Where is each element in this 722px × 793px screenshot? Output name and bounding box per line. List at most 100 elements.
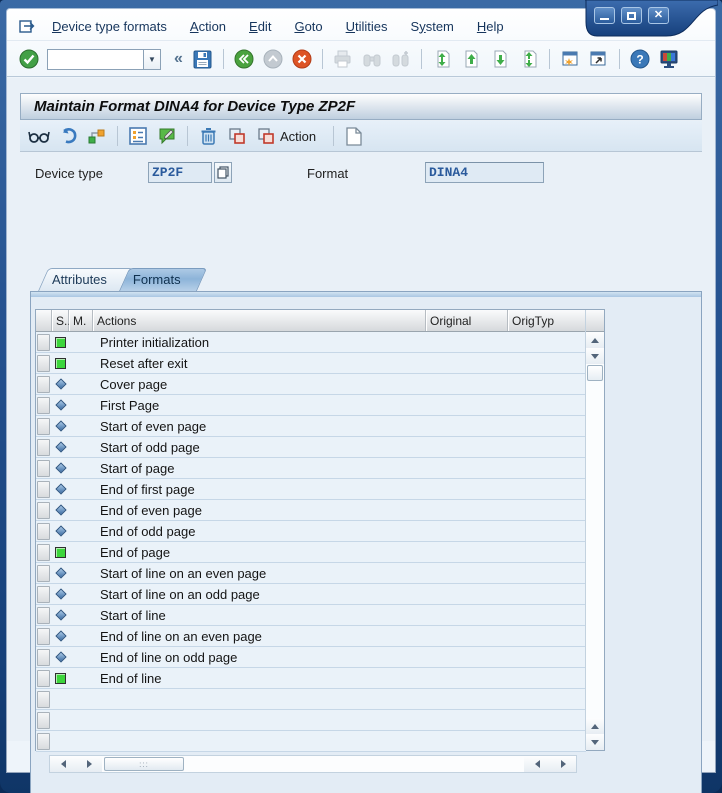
action-button-label[interactable]: Action: [280, 129, 316, 144]
new-session-button[interactable]: [557, 46, 583, 72]
row-selector[interactable]: [37, 502, 50, 519]
print-button[interactable]: [330, 46, 356, 72]
action-name-cell[interactable]: End of even page: [93, 500, 426, 520]
action-name-cell[interactable]: End of line on an even page: [93, 626, 426, 646]
action-name-cell[interactable]: Start of even page: [93, 416, 426, 436]
menu-device-type-formats[interactable]: Device type formats: [52, 19, 167, 34]
row-selector[interactable]: [37, 523, 50, 540]
table-row[interactable]: [36, 710, 586, 731]
header-mark[interactable]: M.: [69, 310, 93, 331]
action-name-cell[interactable]: Reset after exit: [93, 353, 426, 373]
header-origtyp[interactable]: OrigTyp: [508, 310, 586, 331]
cancel-button[interactable]: [289, 46, 315, 72]
row-selector[interactable]: [37, 355, 50, 372]
action-name-cell[interactable]: End of line on odd page: [93, 647, 426, 667]
delete-button[interactable]: [195, 123, 221, 149]
table-row[interactable]: End of first page: [36, 479, 586, 500]
device-type-copy-button[interactable]: [214, 162, 232, 183]
action-name-cell[interactable]: Start of odd page: [93, 437, 426, 457]
row-selector[interactable]: [37, 397, 50, 414]
menu-utilities[interactable]: Utilities: [346, 19, 388, 34]
find-button[interactable]: [359, 46, 385, 72]
table-row[interactable]: Start of line on an odd page: [36, 584, 586, 605]
table-row[interactable]: Start of odd page: [36, 437, 586, 458]
scroll-up-button[interactable]: [586, 332, 604, 348]
first-page-button[interactable]: [429, 46, 455, 72]
copy-action-button[interactable]: [253, 123, 279, 149]
help-button[interactable]: ?: [627, 46, 653, 72]
next-page-button[interactable]: [487, 46, 513, 72]
row-selector[interactable]: [37, 586, 50, 603]
action-name-cell[interactable]: Start of page: [93, 458, 426, 478]
row-selector[interactable]: [37, 670, 50, 687]
display-change-button[interactable]: [26, 123, 52, 149]
header-selector[interactable]: [36, 310, 52, 331]
command-field[interactable]: [47, 49, 143, 70]
table-row[interactable]: End of line on odd page: [36, 647, 586, 668]
other-format-button[interactable]: [84, 123, 110, 149]
table-row[interactable]: First Page: [36, 395, 586, 416]
table-row[interactable]: Start of page: [36, 458, 586, 479]
copy-format-button[interactable]: [224, 123, 250, 149]
save-button[interactable]: [190, 46, 216, 72]
menu-exit-button[interactable]: [16, 16, 38, 36]
menu-system[interactable]: System: [411, 19, 454, 34]
vertical-scrollbar[interactable]: [585, 310, 604, 750]
row-selector[interactable]: [37, 691, 50, 708]
table-row[interactable]: End of odd page: [36, 521, 586, 542]
previous-page-button[interactable]: [458, 46, 484, 72]
table-row[interactable]: Start of line: [36, 605, 586, 626]
row-selector[interactable]: [37, 733, 50, 750]
action-name-cell[interactable]: Cover page: [93, 374, 426, 394]
table-row[interactable]: End of even page: [36, 500, 586, 521]
table-row[interactable]: Printer initialization: [36, 332, 586, 353]
horizontal-scrollbar[interactable]: :::: [49, 755, 577, 773]
action-name-cell[interactable]: End of page: [93, 542, 426, 562]
exit-button[interactable]: [260, 46, 286, 72]
customize-layout-button[interactable]: [656, 46, 682, 72]
maximize-button[interactable]: [621, 7, 642, 24]
notes-button[interactable]: [154, 123, 180, 149]
row-selector[interactable]: [37, 334, 50, 351]
row-selector[interactable]: [37, 376, 50, 393]
format-field[interactable]: [425, 162, 544, 183]
action-name-cell[interactable]: Printer initialization: [93, 332, 426, 352]
create-shortcut-button[interactable]: [586, 46, 612, 72]
row-selector[interactable]: [37, 481, 50, 498]
row-selector[interactable]: [37, 712, 50, 729]
row-selector[interactable]: [37, 565, 50, 582]
action-name-cell[interactable]: End of line: [93, 668, 426, 688]
row-selector[interactable]: [37, 439, 50, 456]
row-selector[interactable]: [37, 418, 50, 435]
action-name-cell[interactable]: First Page: [93, 395, 426, 415]
enter-button[interactable]: [16, 46, 42, 72]
menu-help[interactable]: Help: [477, 19, 504, 34]
undo-button[interactable]: [55, 123, 81, 149]
action-name-cell[interactable]: Start of line: [93, 605, 426, 625]
tab-formats[interactable]: Formats: [119, 268, 197, 291]
create-button[interactable]: [341, 123, 367, 149]
command-dropdown-button[interactable]: ▼: [143, 49, 161, 70]
tab-attributes[interactable]: Attributes: [38, 268, 123, 291]
table-row[interactable]: [36, 731, 586, 752]
action-name-cell[interactable]: Start of line on an even page: [93, 563, 426, 583]
vertical-scroll-track[interactable]: [586, 382, 604, 718]
scroll-right-button-right[interactable]: [550, 756, 576, 772]
table-row[interactable]: End of line: [36, 668, 586, 689]
row-selector[interactable]: [37, 544, 50, 561]
find-next-button[interactable]: [388, 46, 414, 72]
row-selector[interactable]: [37, 607, 50, 624]
row-selector[interactable]: [37, 460, 50, 477]
row-selector[interactable]: [37, 649, 50, 666]
table-row[interactable]: Start of line on an even page: [36, 563, 586, 584]
minimize-button[interactable]: [594, 7, 615, 24]
action-name-cell[interactable]: Start of line on an odd page: [93, 584, 426, 604]
horizontal-scroll-track[interactable]: [186, 756, 524, 772]
scroll-left-button-right[interactable]: [524, 756, 550, 772]
table-row[interactable]: Reset after exit: [36, 353, 586, 374]
header-status[interactable]: S..: [52, 310, 69, 331]
action-name-cell[interactable]: End of odd page: [93, 521, 426, 541]
last-page-button[interactable]: [516, 46, 542, 72]
menu-edit[interactable]: Edit: [249, 19, 271, 34]
close-button[interactable]: ✕: [648, 7, 669, 24]
